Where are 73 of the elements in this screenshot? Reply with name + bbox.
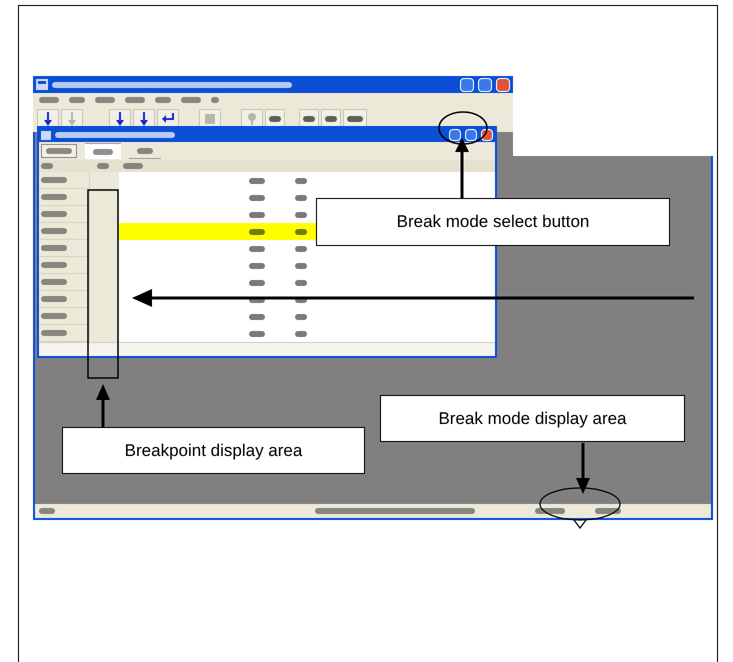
blurred-text bbox=[69, 96, 85, 102]
blurred-text bbox=[39, 96, 59, 102]
highlight-circle bbox=[438, 111, 488, 145]
blurred-text bbox=[295, 262, 307, 268]
blurred-text bbox=[269, 116, 281, 122]
blurred-text bbox=[249, 280, 265, 286]
blurred-text bbox=[249, 178, 265, 184]
maximize-button[interactable] bbox=[465, 129, 477, 141]
blurred-text bbox=[295, 194, 307, 200]
callout-label: Breakpoint display area bbox=[62, 427, 365, 474]
stop-square-icon bbox=[205, 114, 215, 124]
app-icon bbox=[36, 79, 48, 90]
blurred-text bbox=[295, 178, 307, 184]
blurred-text bbox=[295, 330, 307, 336]
blurred-text bbox=[295, 296, 307, 302]
blurred-text bbox=[295, 280, 307, 286]
blurred-text bbox=[41, 228, 67, 234]
callout-label: Break mode select button bbox=[316, 198, 670, 246]
blurred-text bbox=[41, 313, 67, 319]
down-arrow-icon bbox=[67, 112, 77, 126]
blurred-text bbox=[123, 163, 143, 169]
down-arrow-icon bbox=[43, 112, 53, 126]
pin-icon bbox=[247, 113, 257, 125]
return-arrow-icon bbox=[161, 113, 175, 125]
blurred-text bbox=[41, 296, 67, 302]
blurred-text bbox=[295, 246, 307, 252]
blurred-text bbox=[41, 330, 67, 336]
blurred-text bbox=[41, 262, 67, 268]
blurred-text bbox=[211, 96, 219, 102]
minimize-button[interactable] bbox=[460, 78, 474, 92]
blurred-text bbox=[41, 163, 53, 169]
window-icon bbox=[41, 130, 51, 140]
pointer-arrow bbox=[96, 384, 110, 428]
down-arrow-icon bbox=[139, 112, 149, 126]
blurred-text bbox=[41, 194, 67, 200]
pointer-arrow bbox=[455, 138, 469, 198]
callout-label: Break mode display area bbox=[380, 395, 685, 442]
horizontal-scrollbar[interactable] bbox=[39, 342, 495, 356]
blurred-text bbox=[249, 228, 265, 234]
blurred-text bbox=[95, 96, 115, 102]
blurred-text bbox=[295, 314, 307, 320]
blurred-text bbox=[347, 116, 363, 122]
blurred-text bbox=[535, 508, 565, 514]
blurred-text bbox=[249, 314, 265, 320]
blurred-text bbox=[41, 245, 67, 251]
blurred-text bbox=[249, 194, 265, 200]
blurred-text bbox=[39, 508, 55, 514]
blurred-text bbox=[41, 177, 67, 183]
blurred-text bbox=[249, 246, 265, 252]
blurred-text bbox=[181, 96, 201, 102]
blurred-text bbox=[41, 211, 67, 217]
blurred-text bbox=[41, 279, 67, 285]
close-button[interactable] bbox=[496, 78, 510, 92]
blurred-text bbox=[46, 148, 72, 154]
pointer-arrow bbox=[576, 443, 590, 494]
minimize-button[interactable] bbox=[449, 129, 461, 141]
blurred-text bbox=[155, 96, 171, 102]
blurred-text bbox=[295, 212, 307, 218]
down-arrow-icon bbox=[115, 112, 125, 126]
blurred-text bbox=[295, 228, 307, 234]
blurred-text bbox=[125, 96, 145, 102]
blurred-text bbox=[249, 330, 265, 336]
blurred-text bbox=[595, 508, 621, 514]
maximize-button[interactable] bbox=[478, 78, 492, 92]
blurred-text bbox=[249, 212, 265, 218]
blurred-text bbox=[325, 116, 337, 122]
tab[interactable] bbox=[85, 143, 121, 159]
blurred-text bbox=[93, 148, 113, 154]
blurred-text bbox=[303, 116, 315, 122]
blurred-text bbox=[249, 296, 265, 302]
blurred-text bbox=[137, 148, 153, 154]
blurred-text bbox=[97, 163, 109, 169]
blurred-text bbox=[249, 262, 265, 268]
